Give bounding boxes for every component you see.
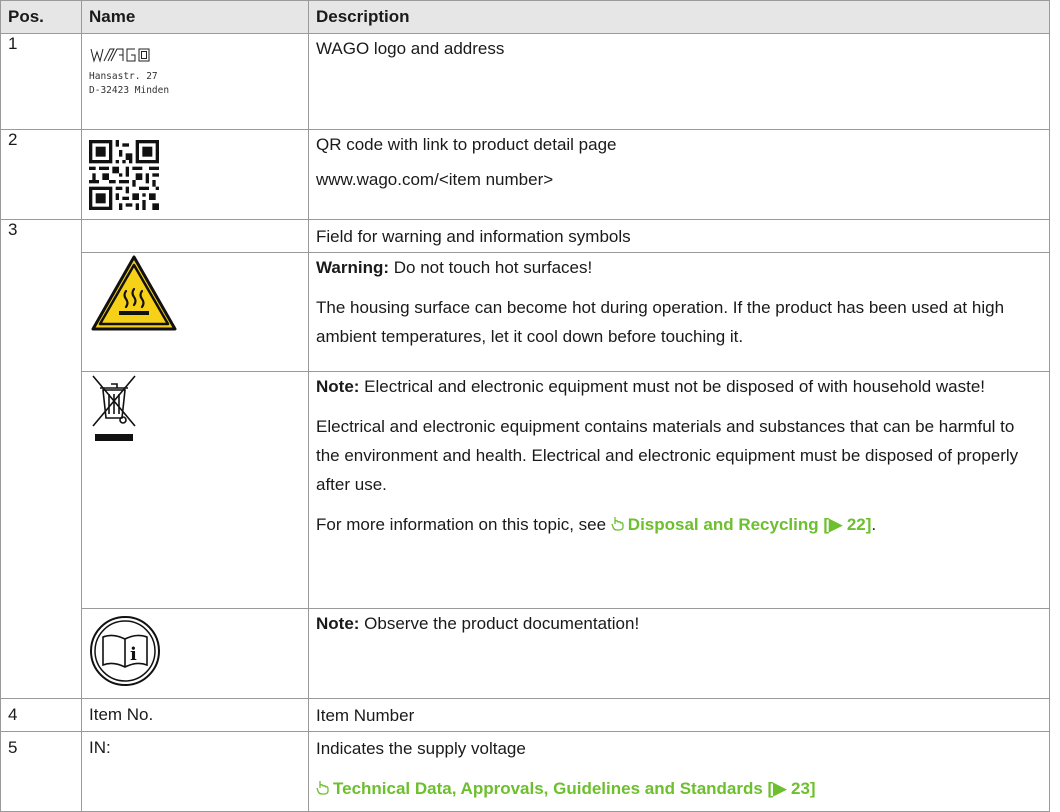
row-description: Item Number bbox=[308, 698, 1050, 732]
row-description: Indicates the supply voltage Technical D… bbox=[308, 731, 1050, 812]
hand-pointer-icon bbox=[611, 517, 624, 531]
row-description: Field for warning and information symbol… bbox=[308, 219, 1050, 253]
table-row: Warning: Do not touch hot surfaces! The … bbox=[1, 252, 1050, 372]
row-pos: 3 bbox=[0, 219, 82, 699]
table-header-row: Pos. Name Description bbox=[0, 0, 1050, 34]
row-name: IN: bbox=[81, 731, 309, 812]
row-pos: 4 bbox=[0, 698, 82, 732]
hot-surface-warning-icon bbox=[91, 255, 177, 331]
qr-code-icon bbox=[89, 140, 159, 210]
address-line-1: Hansastr. 27 bbox=[89, 71, 158, 82]
empty-name-cell bbox=[81, 219, 309, 253]
table-row: 1 Hansastr. 27 D-32423 Minden WAGO logo … bbox=[0, 33, 1050, 130]
table-row: 4 Item No. Item Number bbox=[0, 698, 1050, 732]
manual-cell: i bbox=[81, 608, 309, 699]
hot-surface-cell bbox=[81, 252, 309, 372]
table-row: 3 Field for warning and information symb… bbox=[0, 219, 1050, 699]
address-line-2: D-32423 Minden bbox=[89, 85, 170, 96]
warning-description: Warning: Do not touch hot surfaces! The … bbox=[308, 252, 1050, 372]
row-pos: 5 bbox=[0, 731, 82, 812]
table-row: 2 QR code with link to product detail pa… bbox=[0, 129, 1050, 220]
qr-cell bbox=[81, 129, 309, 220]
header-pos: Pos. bbox=[0, 0, 82, 34]
row-description: QR code with link to product detail page… bbox=[308, 129, 1050, 220]
crossed-out-wheelie-bin-icon bbox=[92, 375, 136, 441]
row-pos: 1 bbox=[0, 33, 82, 130]
header-description: Description bbox=[308, 0, 1050, 34]
technical-data-link[interactable]: Technical Data, Approvals, Guidelines an… bbox=[316, 779, 816, 798]
row-pos: 2 bbox=[0, 129, 82, 220]
row-description: WAGO logo and address bbox=[308, 33, 1050, 130]
legend-table: Pos. Name Description 1 Hansastr. 27 D-3… bbox=[0, 0, 1050, 812]
table-row: 5 IN: Indicates the supply voltage Techn… bbox=[0, 731, 1050, 812]
row-name: Item No. bbox=[81, 698, 309, 732]
hand-pointer-icon bbox=[316, 781, 329, 795]
wago-logo-mark bbox=[90, 48, 150, 63]
disposal-description: Note: Electrical and electronic equipmen… bbox=[308, 371, 1050, 609]
table-row: i Note: Observe the product documentatio… bbox=[1, 608, 1050, 699]
disposal-link[interactable]: Disposal and Recycling [▶ 22] bbox=[611, 515, 871, 534]
logo-cell: Hansastr. 27 D-32423 Minden bbox=[81, 33, 309, 130]
manual-description: Note: Observe the product documentation! bbox=[308, 608, 1050, 699]
read-manual-icon: i bbox=[90, 616, 160, 686]
header-name: Name bbox=[81, 0, 309, 34]
wago-logo: Hansastr. 27 D-32423 Minden bbox=[89, 34, 301, 97]
product-url: www.wago.com/<item number> bbox=[316, 170, 554, 189]
weee-cell bbox=[81, 371, 309, 609]
table-row: Note: Electrical and electronic equipmen… bbox=[1, 371, 1050, 609]
svg-text:i: i bbox=[130, 644, 137, 665]
